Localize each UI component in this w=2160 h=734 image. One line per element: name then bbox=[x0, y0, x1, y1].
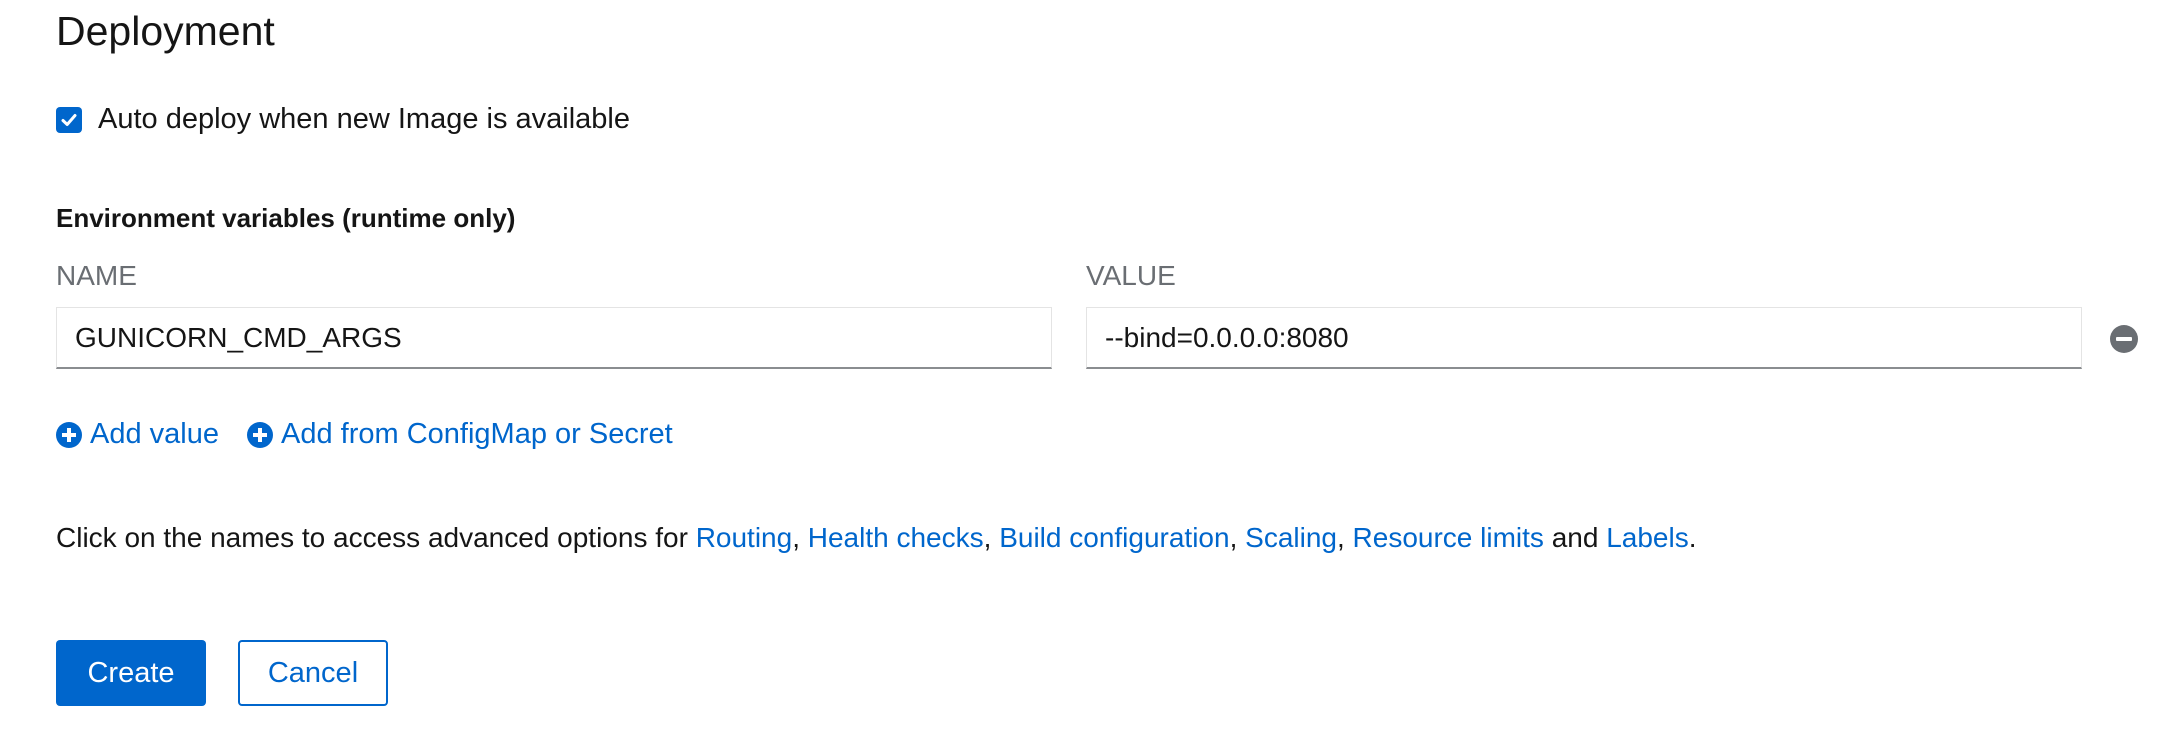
link-labels[interactable]: Labels bbox=[1606, 522, 1689, 553]
auto-deploy-row[interactable]: Auto deploy when new Image is available bbox=[56, 103, 630, 136]
value-column-header: VALUE bbox=[1086, 260, 1176, 291]
create-button[interactable]: Create bbox=[56, 640, 206, 706]
help-sep: , bbox=[1229, 522, 1246, 553]
env-value-input[interactable]: --bind=0.0.0.0:8080 bbox=[1086, 307, 2082, 369]
help-sep: , bbox=[1336, 522, 1353, 553]
help-and: and bbox=[1543, 522, 1607, 553]
help-sep: , bbox=[792, 522, 808, 553]
plus-circle-icon bbox=[56, 421, 82, 448]
env-variables-label: Environment variables (runtime only) bbox=[56, 203, 516, 233]
link-build-configuration[interactable]: Build configuration bbox=[999, 522, 1229, 553]
link-routing[interactable]: Routing bbox=[696, 522, 793, 553]
help-suffix: . bbox=[1688, 522, 1697, 553]
link-resource-limits[interactable]: Resource limits bbox=[1353, 522, 1544, 553]
advanced-options-help: Click on the names to access advanced op… bbox=[56, 522, 1697, 554]
add-value-button[interactable]: Add value bbox=[56, 418, 219, 451]
link-health-checks[interactable]: Health checks bbox=[808, 522, 984, 553]
add-from-configmap-label: Add from ConfigMap or Secret bbox=[281, 418, 673, 450]
add-from-configmap-button[interactable]: Add from ConfigMap or Secret bbox=[247, 418, 673, 451]
link-scaling[interactable]: Scaling bbox=[1245, 522, 1337, 553]
help-prefix: Click on the names to access advanced op… bbox=[56, 522, 696, 553]
section-title: Deployment bbox=[56, 8, 275, 54]
add-value-label: Add value bbox=[90, 418, 219, 450]
check-icon bbox=[61, 113, 77, 126]
remove-env-button[interactable] bbox=[2110, 325, 2138, 353]
env-name-input[interactable]: GUNICORN_CMD_ARGS bbox=[56, 307, 1052, 369]
auto-deploy-checkbox[interactable] bbox=[56, 106, 82, 133]
auto-deploy-label[interactable]: Auto deploy when new Image is available bbox=[98, 103, 630, 136]
help-sep: , bbox=[983, 522, 1000, 553]
minus-circle-icon bbox=[2116, 337, 2132, 341]
cancel-button[interactable]: Cancel bbox=[238, 640, 388, 706]
name-column-header: NAME bbox=[56, 260, 137, 291]
plus-circle-icon bbox=[247, 421, 273, 448]
